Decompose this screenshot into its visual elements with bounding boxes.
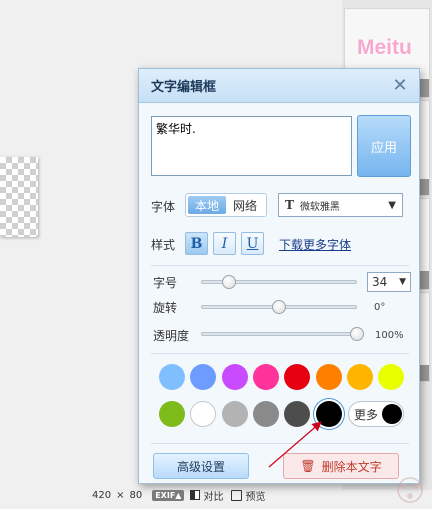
canvas-checkerboard xyxy=(0,157,38,237)
opacity-label: 透明度 xyxy=(153,329,190,343)
font-source-online[interactable]: 网络 xyxy=(226,196,264,214)
watermark-logo xyxy=(397,477,423,503)
opacity-slider-thumb[interactable] xyxy=(350,327,364,341)
divider xyxy=(151,443,409,444)
chevron-down-icon: ▼ xyxy=(388,199,396,211)
color-swatch[interactable] xyxy=(315,401,342,427)
size-value: 34 xyxy=(372,275,388,289)
truetype-icon: T xyxy=(285,198,294,212)
compare-label: 对比 xyxy=(203,491,224,503)
dialog-header: 文字编辑框 ✕ xyxy=(139,69,419,103)
divider xyxy=(151,353,409,354)
font-source-local[interactable]: 本地 xyxy=(188,196,226,214)
preview-icon xyxy=(231,489,243,501)
download-fonts-link[interactable]: 下载更多字体 xyxy=(279,236,351,253)
rotation-label: 旋转 xyxy=(153,301,178,315)
font-label: 字体 xyxy=(151,200,176,214)
delete-text-label: 删除本文字 xyxy=(321,459,382,474)
rotation-value: 0° xyxy=(374,302,386,313)
dialog-title: 文字编辑框 xyxy=(151,80,217,95)
font-source-toggle: 本地 网络 xyxy=(185,193,267,217)
italic-button[interactable]: I xyxy=(213,232,236,255)
text-edit-dialog: 文字编辑框 ✕ 应用 字体 本地 网络 T 微软雅黑 ▼ 样式 B I U 下载… xyxy=(138,68,420,484)
size-select[interactable]: 34 ▼ xyxy=(367,272,411,292)
color-swatch[interactable] xyxy=(378,364,405,390)
color-swatch[interactable] xyxy=(252,364,279,390)
advanced-settings-button[interactable]: 高级设置 xyxy=(153,453,249,479)
trash-icon: 🗑 xyxy=(300,459,316,473)
color-swatch[interactable] xyxy=(221,364,248,390)
style-label: 样式 xyxy=(151,238,176,252)
image-width: 420 xyxy=(92,489,112,501)
color-swatch[interactable] xyxy=(284,364,311,390)
color-swatch[interactable] xyxy=(284,401,311,427)
meitu-logo: Meitu xyxy=(357,36,412,59)
preview-button[interactable]: 预览 xyxy=(231,488,265,503)
opacity-value: 100% xyxy=(375,330,404,341)
bold-button[interactable]: B xyxy=(185,232,208,255)
compare-icon xyxy=(190,490,201,500)
close-icon[interactable]: ✕ xyxy=(391,76,409,95)
color-swatch[interactable] xyxy=(252,401,279,427)
apply-button[interactable]: 应用 xyxy=(357,115,411,177)
color-swatch[interactable] xyxy=(346,364,373,390)
color-swatch[interactable] xyxy=(190,401,217,427)
rotation-slider-thumb[interactable] xyxy=(272,300,286,314)
chevron-down-icon: ▼ xyxy=(399,277,406,287)
font-family-select[interactable]: T 微软雅黑 ▼ xyxy=(278,193,403,217)
color-swatch[interactable] xyxy=(159,401,185,427)
exif-button[interactable]: EXIF▲ xyxy=(152,489,185,501)
more-colors-label: 更多 xyxy=(354,407,379,422)
underline-button[interactable]: U xyxy=(241,232,264,255)
more-colors-button[interactable]: 更多 xyxy=(348,401,404,427)
opacity-slider-track[interactable] xyxy=(201,332,357,336)
image-height: 80 xyxy=(129,489,143,501)
size-slider-thumb[interactable] xyxy=(222,275,237,289)
dimension-separator: × xyxy=(116,489,125,501)
current-color-dot xyxy=(382,404,403,424)
color-swatch[interactable] xyxy=(221,401,248,427)
compare-button[interactable]: 对比 xyxy=(190,488,223,503)
delete-text-button[interactable]: 🗑 删除本文字 xyxy=(283,453,399,479)
status-bar: 420 × 80 EXIF▲ 对比 预览 xyxy=(92,488,273,503)
color-swatch[interactable] xyxy=(159,364,185,390)
color-swatch[interactable] xyxy=(315,364,342,390)
text-input[interactable] xyxy=(151,116,352,176)
color-swatch[interactable] xyxy=(190,364,217,390)
font-family-value: 微软雅黑 xyxy=(299,201,340,213)
divider xyxy=(151,265,409,266)
size-label: 字号 xyxy=(153,276,178,290)
preview-label: 预览 xyxy=(245,491,266,503)
